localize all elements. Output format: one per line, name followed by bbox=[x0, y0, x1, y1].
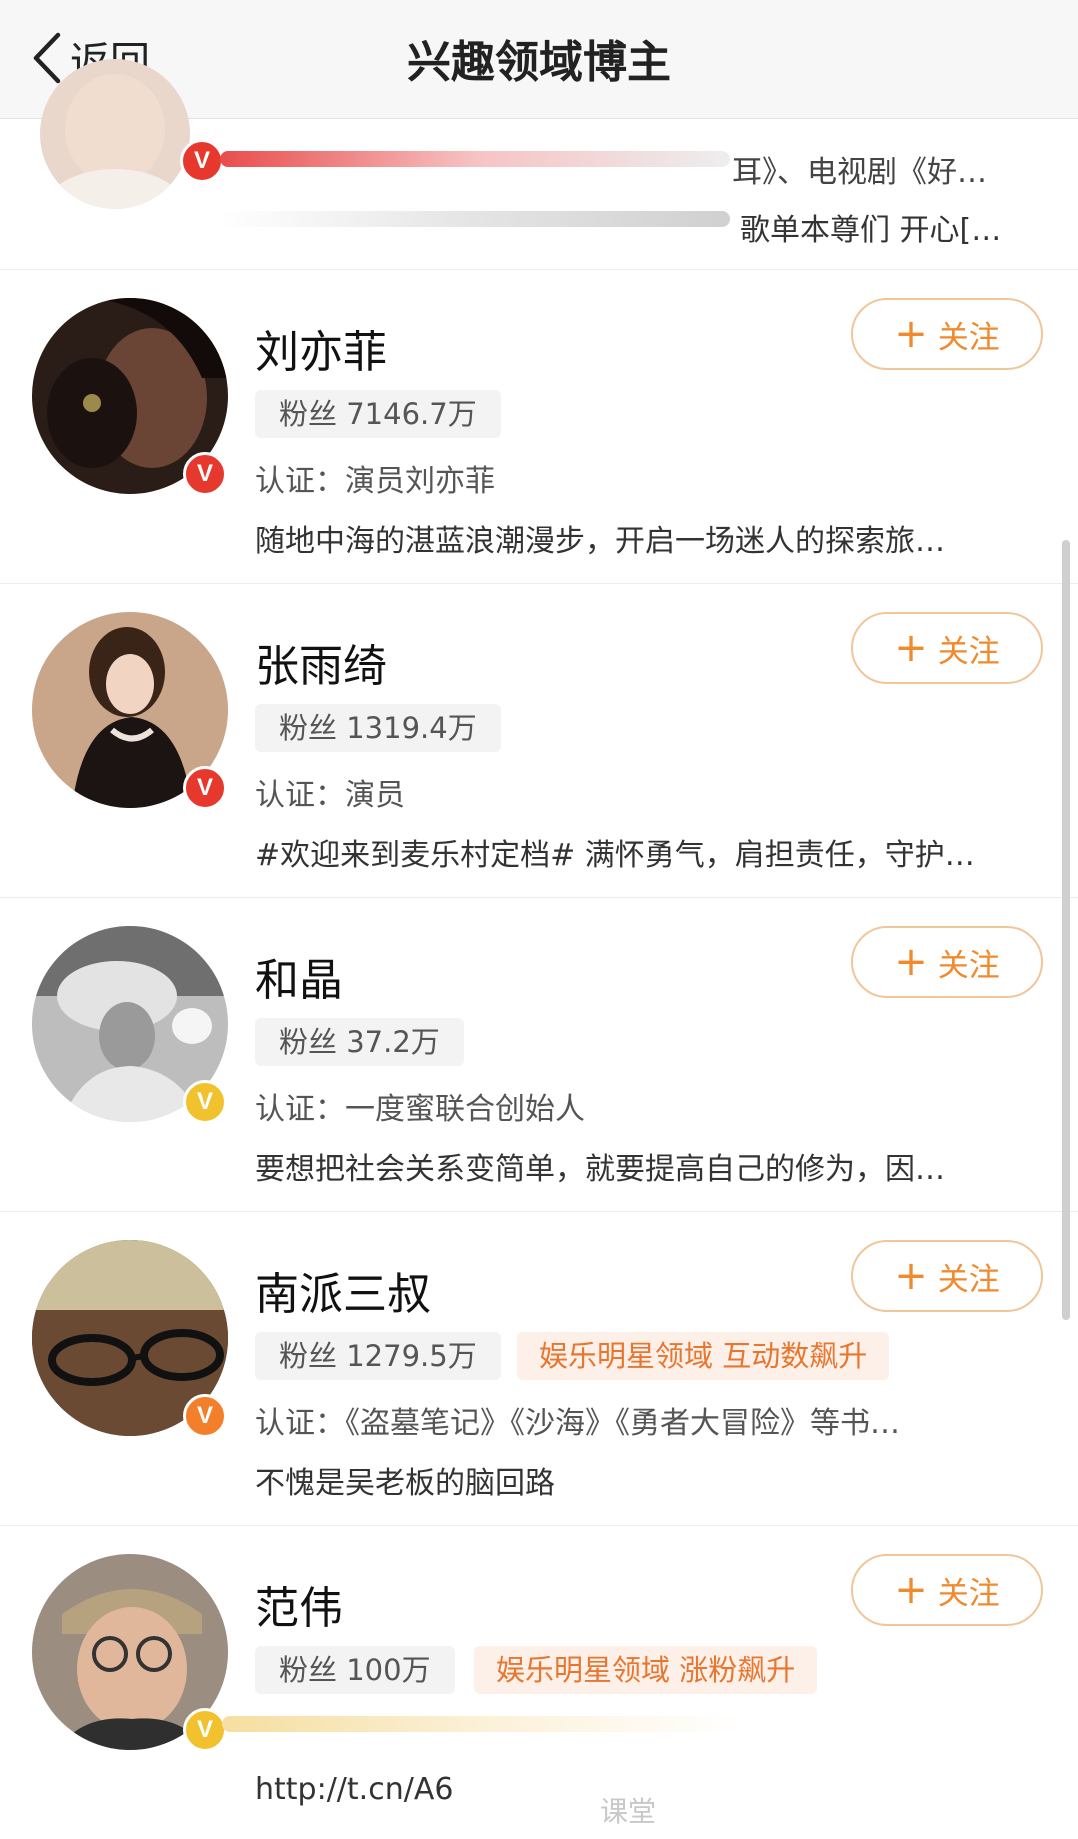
verified-badge-icon: V bbox=[183, 1708, 227, 1752]
blogger-name[interactable]: 和晶 bbox=[255, 944, 343, 1008]
follow-button[interactable]: + 关注 bbox=[851, 926, 1043, 998]
bio-text: 歌单本尊们 开心[… bbox=[740, 213, 1002, 248]
follow-button[interactable]: + 关注 bbox=[851, 298, 1043, 370]
bio-text: 要想把社会关系变简单，就要提高自己的修为，因… bbox=[255, 1152, 945, 1187]
verify-text: 认证：《盗墓笔记》《沙海》《勇者大冒险》等书… bbox=[255, 1406, 900, 1441]
follow-label: 关注 bbox=[937, 947, 1000, 984]
trend-tag[interactable]: 娱乐明星领域 互动数飙升 bbox=[517, 1332, 890, 1380]
list-item[interactable]: V 范伟 粉丝 100万 娱乐明星领域 涨粉飙升 http://t.cn/A6 … bbox=[0, 1526, 1078, 1839]
bio-text[interactable]: http://t.cn/A6 bbox=[255, 1772, 453, 1807]
fans-count: 粉丝 1319.4万 bbox=[255, 704, 501, 752]
list-item[interactable]: V 刘亦菲 粉丝 7146.7万 认证：演员刘亦菲 随地中海的湛蓝浪潮漫步，开启… bbox=[0, 270, 1078, 584]
bio-text: 不愧是吴老板的脑回路 bbox=[255, 1466, 555, 1501]
verified-badge-icon: V bbox=[183, 766, 227, 810]
plus-icon: + bbox=[894, 1253, 928, 1299]
scrollbar[interactable] bbox=[1062, 540, 1070, 1320]
verify-text: 认证：演员 bbox=[255, 778, 405, 813]
watermark: 课堂 bbox=[600, 1795, 657, 1828]
list-item[interactable]: V 南派三叔 粉丝 1279.5万 娱乐明星领域 互动数飙升 认证：《盗墓笔记》… bbox=[0, 1212, 1078, 1526]
fans-count: 粉丝 1279.5万 bbox=[255, 1332, 501, 1380]
follow-label: 关注 bbox=[937, 1261, 1000, 1298]
plus-icon: + bbox=[894, 311, 928, 357]
fans-count: 粉丝 37.2万 bbox=[255, 1018, 464, 1066]
blurred-text bbox=[220, 151, 730, 167]
verify-text: 认证：演员刘亦菲 bbox=[255, 464, 495, 499]
list-item[interactable]: V 和晶 粉丝 37.2万 认证：一度蜜联合创始人 要想把社会关系变简单，就要提… bbox=[0, 898, 1078, 1212]
bio-text: #欢迎来到麦乐村定档# 满怀勇气，肩担责任，守护… bbox=[255, 838, 975, 873]
verify-text: 认证：一度蜜联合创始人 bbox=[255, 1092, 585, 1127]
bio-text: 随地中海的湛蓝浪潮漫步，开启一场迷人的探索旅… bbox=[255, 524, 945, 559]
avatar[interactable] bbox=[40, 59, 190, 209]
plus-icon: + bbox=[894, 939, 928, 985]
blurred-text bbox=[222, 1716, 742, 1732]
follow-label: 关注 bbox=[937, 319, 1000, 356]
follow-button[interactable]: + 关注 bbox=[851, 612, 1043, 684]
blogger-name[interactable]: 南派三叔 bbox=[255, 1258, 431, 1322]
list-item[interactable]: V 张雨绮 粉丝 1319.4万 认证：演员 #欢迎来到麦乐村定档# 满怀勇气，… bbox=[0, 584, 1078, 898]
fans-count: 粉丝 7146.7万 bbox=[255, 390, 501, 438]
blogger-name[interactable]: 范伟 bbox=[255, 1572, 343, 1636]
blurred-text bbox=[220, 211, 730, 227]
plus-icon: + bbox=[894, 1567, 928, 1613]
verify-text: 耳》、电视剧《好… bbox=[732, 155, 987, 190]
follow-label: 关注 bbox=[937, 633, 1000, 670]
follow-label: 关注 bbox=[937, 1575, 1000, 1612]
fans-count: 粉丝 100万 bbox=[255, 1646, 455, 1694]
trend-tag[interactable]: 娱乐明星领域 涨粉飙升 bbox=[474, 1646, 818, 1694]
blogger-name[interactable]: 刘亦菲 bbox=[255, 316, 387, 380]
verified-badge-icon: V bbox=[183, 1394, 227, 1438]
follow-button[interactable]: + 关注 bbox=[851, 1240, 1043, 1312]
blogger-name[interactable]: 张雨绮 bbox=[255, 630, 387, 694]
plus-icon: + bbox=[894, 625, 928, 671]
list-item-partial[interactable]: V 耳》、电视剧《好… 歌单本尊们 开心[… bbox=[0, 59, 1078, 270]
verified-badge-icon: V bbox=[183, 452, 227, 496]
verified-badge-icon: V bbox=[183, 1080, 227, 1124]
verified-badge-icon: V bbox=[180, 139, 224, 183]
follow-button[interactable]: + 关注 bbox=[851, 1554, 1043, 1626]
